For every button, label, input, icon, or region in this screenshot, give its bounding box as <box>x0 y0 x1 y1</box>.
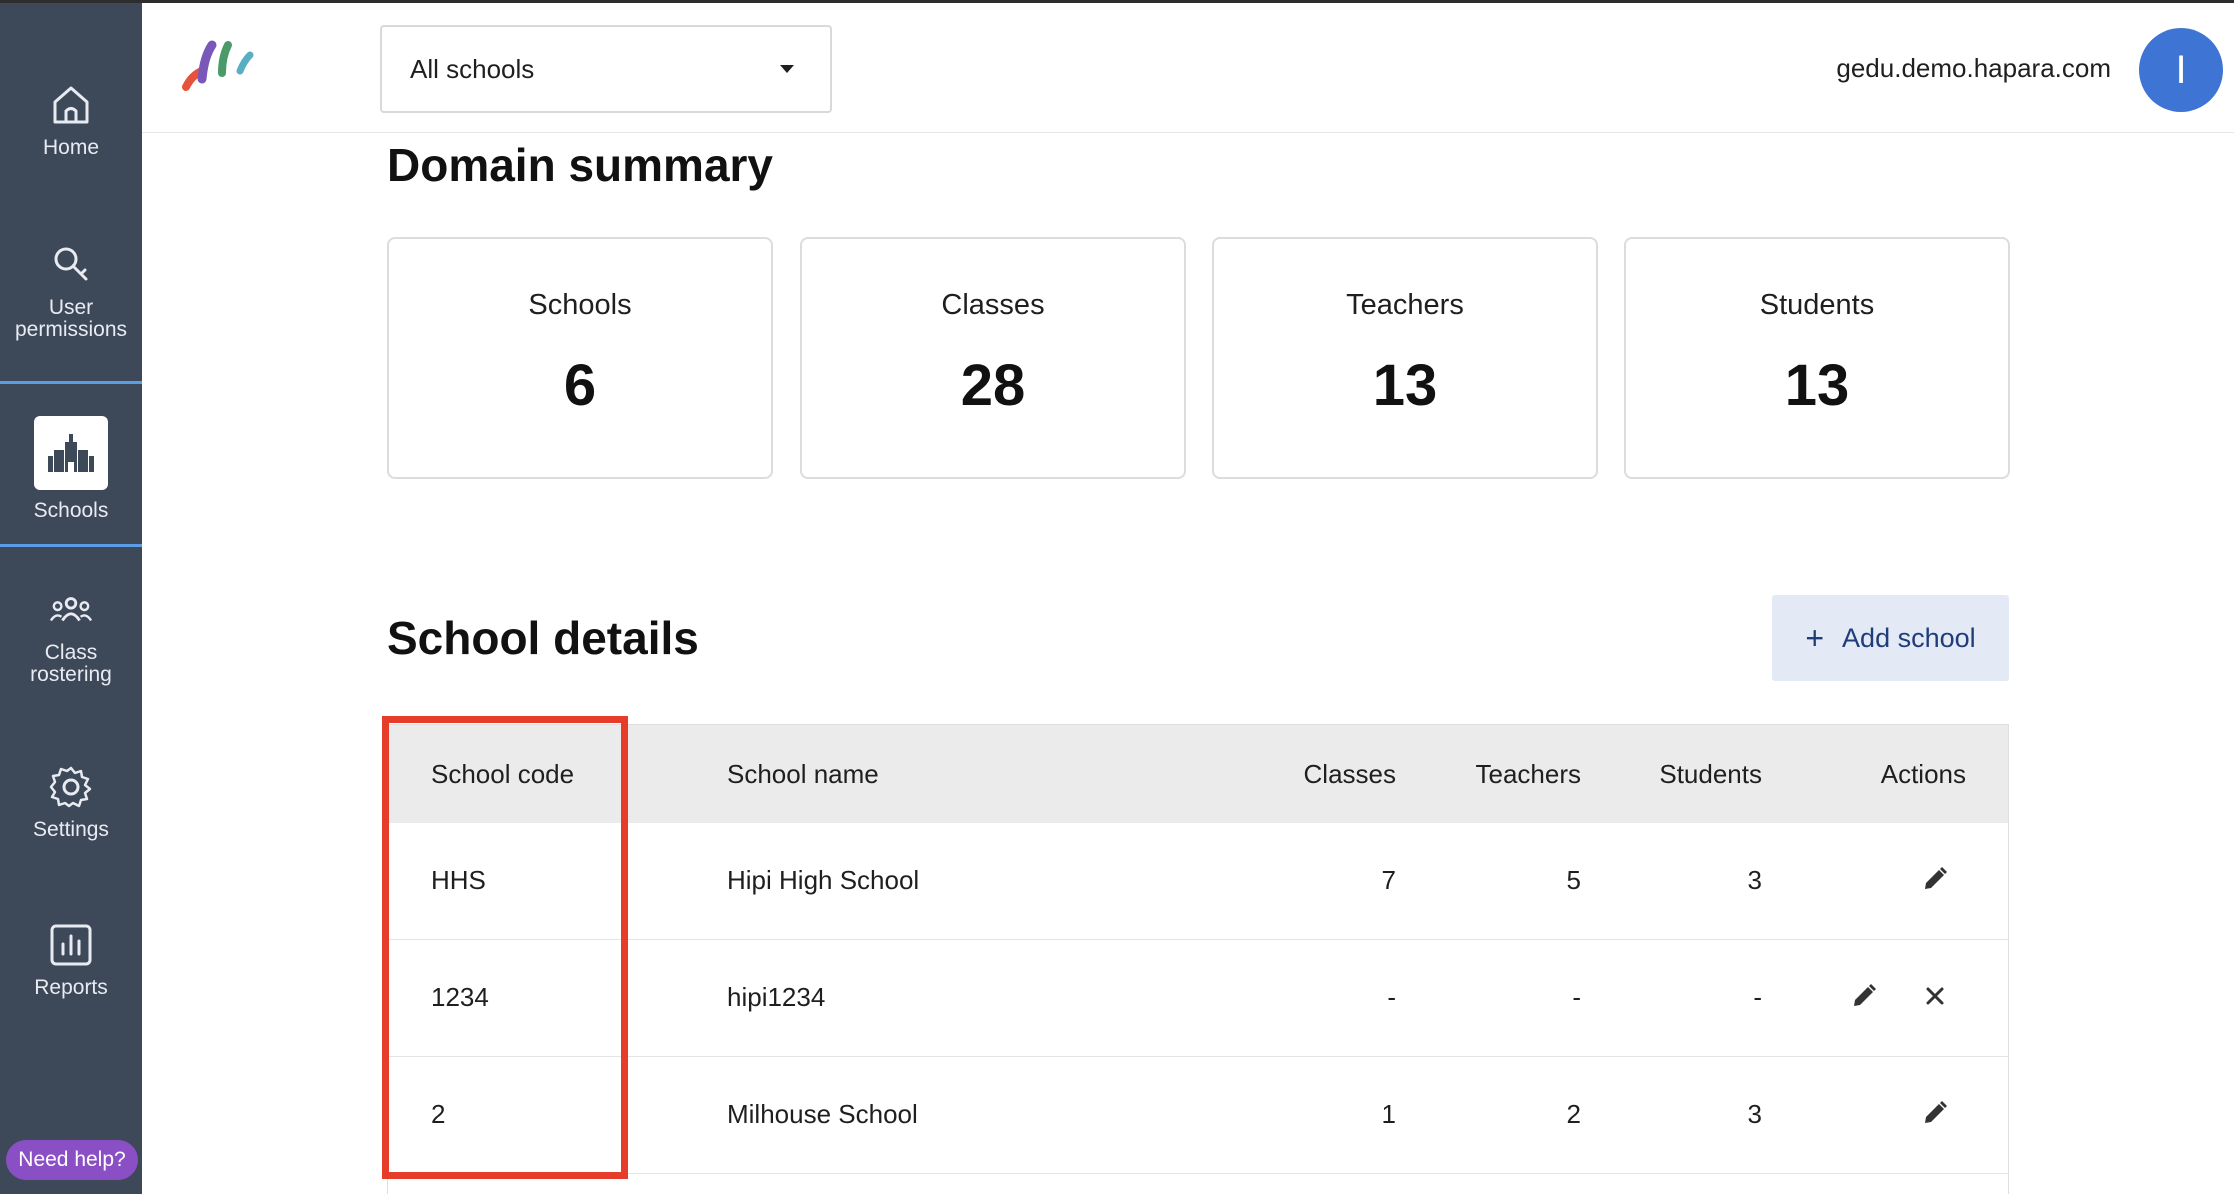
domain-name: gedu.demo.hapara.com <box>1836 53 2111 83</box>
school-name: Hipi High School <box>727 865 920 895</box>
school-code: 2 <box>431 1099 446 1129</box>
teachers-count: 2 <box>1566 1099 1581 1129</box>
stat-card-classes: Classes 28 <box>800 237 1186 479</box>
school-filter-select[interactable]: All schools <box>380 25 832 113</box>
add-school-label: Add school <box>1842 622 1976 653</box>
sidebar-item-schools[interactable]: Schools <box>0 381 142 547</box>
stat-label: Classes <box>941 289 1045 321</box>
edit-icon[interactable] <box>1919 863 1951 895</box>
classes-count: 1 <box>1381 1099 1396 1129</box>
close-icon[interactable] <box>1919 980 1951 1012</box>
sidebar-item-reports[interactable]: Reports <box>0 923 142 999</box>
stat-label: Schools <box>528 289 632 321</box>
table-header: School code School name Classes Teachers… <box>388 725 2008 823</box>
chevron-down-icon <box>780 65 794 73</box>
edit-icon[interactable] <box>1919 1097 1951 1129</box>
school-code: 1234 <box>431 982 489 1012</box>
hapara-logo-icon <box>182 37 262 93</box>
table-row: 1234 hipi1234 - - - <box>388 940 2008 1057</box>
stat-value: 13 <box>1372 353 1438 418</box>
need-help-button[interactable]: Need help? <box>6 1140 138 1180</box>
students-count: 3 <box>1747 865 1762 895</box>
sidebar-item-user-permissions[interactable]: User permissions <box>0 243 142 341</box>
teachers-count: 5 <box>1566 865 1581 895</box>
top-border <box>0 0 2234 3</box>
edit-icon[interactable] <box>1848 980 1880 1012</box>
sidebar-item-settings[interactable]: Settings <box>0 765 142 841</box>
school-name: hipi1234 <box>727 982 826 1012</box>
stat-card-schools: Schools 6 <box>387 237 773 479</box>
sidebar-item-label: User permissions <box>14 296 128 341</box>
classes-count: - <box>1387 982 1396 1012</box>
key-icon <box>49 243 93 287</box>
top-bar: All schools gedu.demo.hapara.com I <box>142 3 2234 133</box>
sidebar-item-label: Home <box>42 136 100 159</box>
sidebar-item-class-rostering[interactable]: Class rostering <box>0 588 142 686</box>
column-header-teachers[interactable]: Teachers <box>1476 759 1582 790</box>
stat-card-students: Students 13 <box>1624 237 2010 479</box>
table-row: 2 Milhouse School 1 2 3 <box>388 1057 2008 1174</box>
plus-icon: + <box>1805 619 1825 656</box>
school-filter-value: All schools <box>410 53 535 84</box>
table-row: HHS Hipi High School 7 5 3 <box>388 823 2008 940</box>
avatar[interactable]: I <box>2139 28 2223 112</box>
sidebar-item-label: Settings <box>33 818 109 841</box>
sidebar-item-label: Schools <box>33 499 109 522</box>
schools-table: School code School name Classes Teachers… <box>387 724 2009 1194</box>
classes-count: 7 <box>1381 865 1396 895</box>
stat-label: Students <box>1759 289 1875 321</box>
bar-chart-icon <box>49 923 93 967</box>
stat-value: 6 <box>563 353 597 418</box>
school-icon <box>34 416 108 490</box>
sidebar-item-home[interactable]: Home <box>0 83 142 159</box>
column-header-school-code[interactable]: School code <box>431 759 574 790</box>
section-title: School details <box>387 612 699 664</box>
students-count: - <box>1753 982 1762 1012</box>
sidebar: Home User permissions Schools Class rost… <box>0 3 142 1194</box>
people-icon <box>49 588 93 632</box>
school-name: Milhouse School <box>727 1099 918 1129</box>
column-header-actions: Actions <box>1880 759 1966 789</box>
column-header-classes[interactable]: Classes <box>1304 759 1396 790</box>
school-code: HHS <box>431 865 486 895</box>
gear-icon <box>49 765 93 809</box>
column-header-school-name[interactable]: School name <box>727 759 879 790</box>
column-header-students[interactable]: Students <box>1659 759 1762 790</box>
stat-value: 28 <box>960 353 1026 418</box>
add-school-button[interactable]: + Add school <box>1772 595 2009 681</box>
sidebar-item-label: Class rostering <box>30 641 112 686</box>
students-count: 3 <box>1747 1099 1762 1129</box>
sidebar-item-label: Reports <box>34 976 108 999</box>
stat-label: Teachers <box>1346 289 1464 321</box>
teachers-count: - <box>1572 982 1581 1012</box>
home-icon <box>49 83 93 127</box>
stat-value: 13 <box>1784 353 1850 418</box>
page-title: Domain summary <box>387 139 774 191</box>
stat-card-teachers: Teachers 13 <box>1212 237 1598 479</box>
